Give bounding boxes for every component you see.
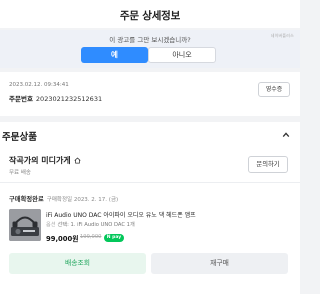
npay-badge: N pay — [104, 234, 124, 242]
receipt-button[interactable]: 영수증 — [258, 82, 290, 97]
store-name[interactable]: 작곡가의 미디가게 — [9, 155, 82, 166]
page-title: 주문 상세정보 — [119, 10, 181, 22]
home-icon — [74, 157, 82, 164]
product-card: 구매확정완료 구매확정일 2023. 2. 17. (금) iFi Audio U… — [0, 183, 300, 294]
product-option: 옵션 선택: 1. iFi Audio UNO DAC 1개 — [46, 221, 135, 228]
order-number-value: 2023021232512631 — [35, 95, 103, 103]
ordered-items-header[interactable]: 주문상품 — [0, 122, 300, 149]
yes-button[interactable]: 예 — [81, 47, 148, 63]
rebuy-button[interactable]: 재구매 — [151, 253, 288, 274]
no-button[interactable]: 아니오 — [148, 47, 216, 63]
order-datetime: 2023.02.12. 09:34:41 — [9, 82, 69, 88]
track-delivery-button[interactable]: 배송조회 — [9, 253, 146, 274]
quantity: 1개 — [126, 222, 135, 228]
section-title: 주문상품 — [2, 132, 37, 143]
option-value: 선택: 1. iFi Audio UNO DAC — [57, 222, 126, 228]
top-bar: 주문 상세정보 — [0, 0, 300, 28]
ad-survey-question: 이 광고를 그만 보시겠습니까? — [109, 36, 191, 44]
ad-survey-banner: 이 광고를 그만 보시겠습니까? 네이버플러스 예 아니오 — [0, 30, 300, 68]
chevron-up-icon[interactable] — [282, 131, 290, 139]
status-text: 구매확정완료 — [9, 196, 44, 203]
original-price: 199,000 — [80, 234, 102, 240]
purchase-status: 구매확정완료 구매확정일 2023. 2. 17. (금) — [9, 194, 118, 203]
order-number: 주문번호 2023021232512631 — [9, 93, 102, 103]
ad-tag: 네이버플러스 — [270, 33, 294, 38]
order-number-label: 주문번호 — [9, 95, 33, 103]
order-info: 2023.02.12. 09:34:41 주문번호 202302123251263… — [0, 72, 300, 116]
inquiry-button[interactable]: 문의하기 — [248, 156, 288, 173]
store-row: 작곡가의 미디가게 무료 배송 문의하기 — [0, 149, 300, 183]
option-label: 옵션 — [46, 222, 56, 228]
store-name-text[interactable]: 작곡가의 미디가게 — [9, 156, 71, 165]
status-date: 구매확정일 2023. 2. 17. (금) — [46, 197, 119, 203]
price: 99,000원 — [46, 235, 79, 243]
product-thumbnail[interactable] — [9, 209, 41, 241]
product-image — [9, 209, 41, 241]
product-name[interactable]: iFi Audio UNO DAC 아이파이 오디오 유노 댁 헤드폰 앰프 — [46, 210, 196, 219]
shipping-info: 무료 배송 — [9, 170, 31, 176]
